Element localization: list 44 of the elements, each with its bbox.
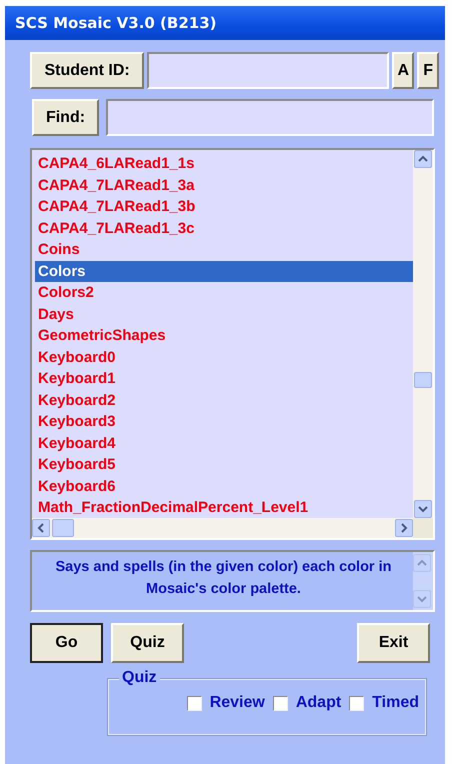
scroll-left-icon[interactable] <box>32 519 50 537</box>
window-title: SCS Mosaic V3.0 (B213) <box>5 6 445 40</box>
scroll-down-icon[interactable] <box>414 500 432 518</box>
scroll-thumb[interactable] <box>52 519 74 537</box>
list-item[interactable]: CAPA4_7LARead1_3c <box>35 218 413 239</box>
list-item[interactable]: Days <box>35 304 413 325</box>
student-id-field[interactable] <box>147 52 390 89</box>
checkbox[interactable] <box>349 696 364 710</box>
description-text: Says and spells (in the given color) each color in Mosaic's color palette. <box>54 558 392 599</box>
checkbox-label: Adapt <box>296 694 342 712</box>
checkbox-label: Timed <box>372 694 419 712</box>
action-button[interactable]: Go <box>30 623 103 663</box>
list-item[interactable]: Keyboard6 <box>35 476 413 497</box>
list-item[interactable]: Keyboard0 <box>35 346 413 368</box>
scroll-up-icon[interactable] <box>414 150 432 168</box>
action-button[interactable]: Quiz <box>111 623 184 663</box>
checkbox-label: Review <box>210 694 265 712</box>
list-item[interactable]: Keyboard2 <box>35 390 413 411</box>
list-item[interactable]: CAPA4_6LARead1_1s <box>35 153 413 174</box>
student-id-button[interactable]: Student ID: <box>30 52 144 89</box>
list-item[interactable]: Math_FractionDecimalPercent_Level1 <box>35 497 413 518</box>
list-item[interactable]: CAPA4_7LARead1_3b <box>35 196 413 218</box>
action-button[interactable]: Exit <box>357 623 430 663</box>
list-item[interactable]: GeometricShapes <box>35 325 413 346</box>
scroll-thumb[interactable] <box>414 372 432 388</box>
group-title: Quiz <box>119 669 160 687</box>
f-button[interactable]: F <box>417 52 440 89</box>
list-item[interactable]: Keyboard5 <box>35 454 413 476</box>
list-item[interactable]: Coins <box>35 239 413 260</box>
checkbox[interactable] <box>272 696 288 710</box>
list-item[interactable]: CAPA4_7LARead1_3a <box>35 174 413 196</box>
checkbox[interactable] <box>186 696 202 710</box>
scroll-up-icon <box>413 554 431 572</box>
list-item[interactable]: Colors2 <box>35 282 413 304</box>
find-button[interactable]: Find: <box>32 99 99 136</box>
scroll-down-icon <box>413 590 431 608</box>
list-item[interactable]: Colors <box>35 260 413 282</box>
list-item[interactable]: Keyboard1 <box>35 368 413 390</box>
scroll-right-icon[interactable] <box>395 519 413 537</box>
scrollbar-corner <box>413 518 433 538</box>
list-item[interactable]: Keyboard3 <box>35 411 413 432</box>
list-item[interactable]: Keyboard4 <box>35 432 413 454</box>
a-button[interactable]: A <box>392 52 414 89</box>
find-field[interactable] <box>106 99 434 136</box>
